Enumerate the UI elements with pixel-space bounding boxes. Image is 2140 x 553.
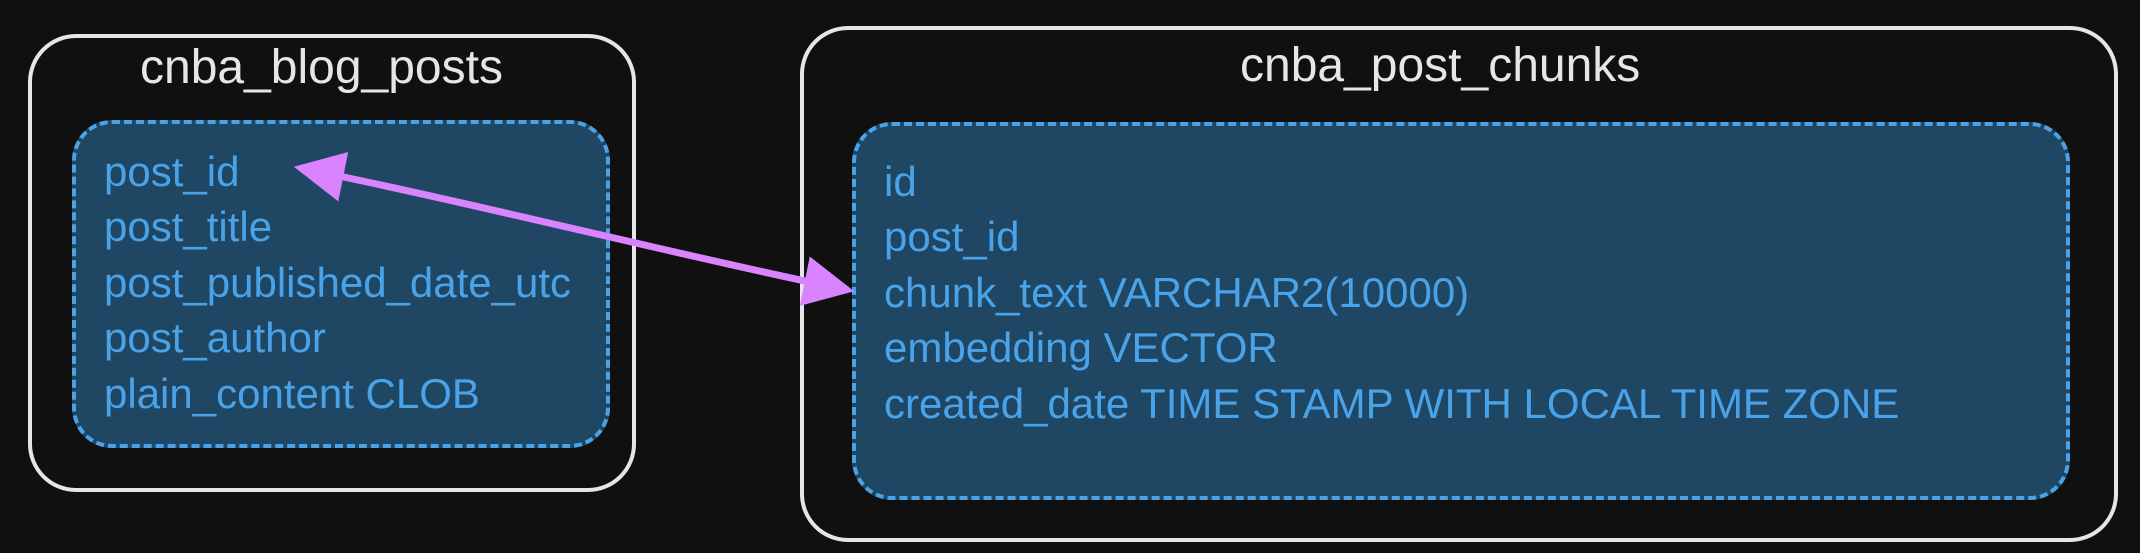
er-diagram-canvas: cnba_blog_posts post_id post_title post_…	[0, 0, 2140, 553]
relationship-arrow-icon	[0, 0, 2140, 553]
